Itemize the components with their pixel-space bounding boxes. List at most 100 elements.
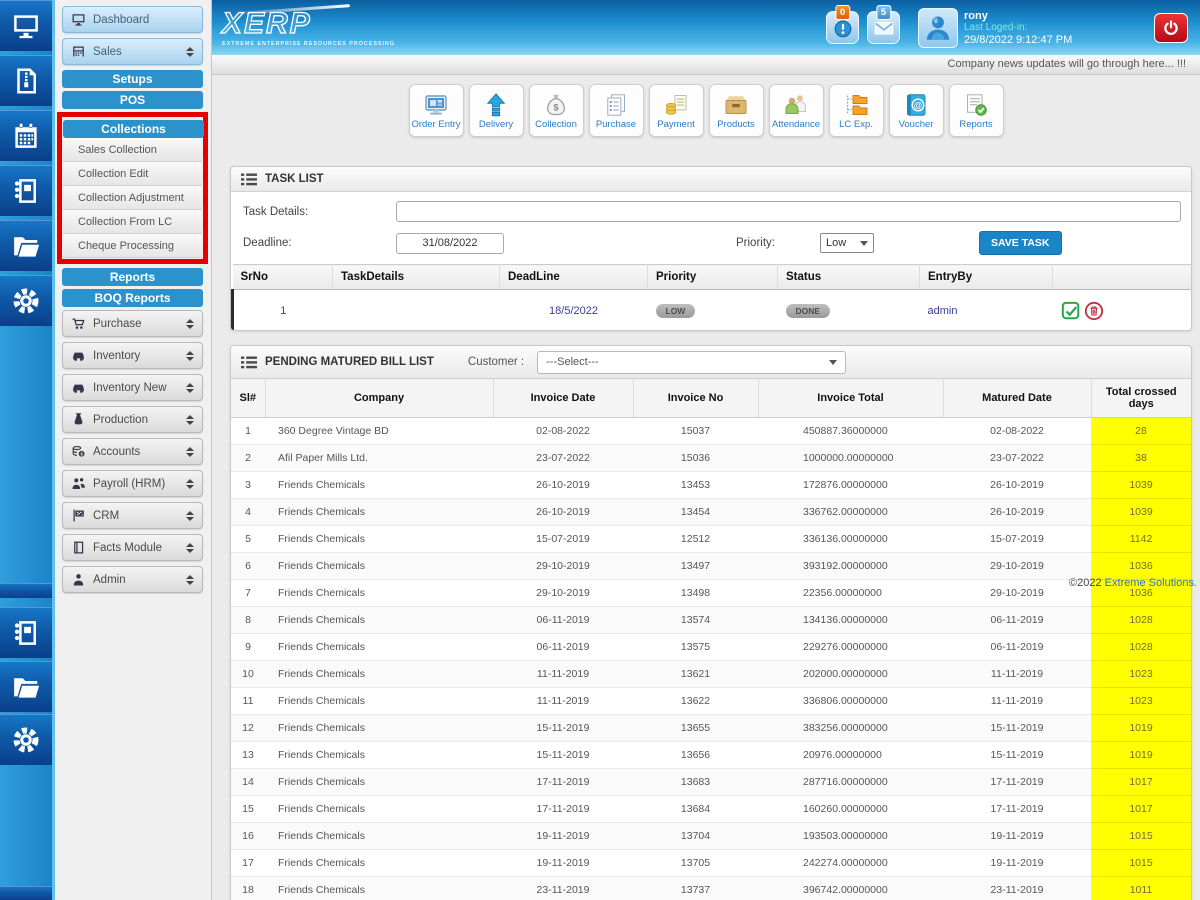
sidebar-section-setups[interactable]: Setups: [62, 70, 203, 88]
toolbar-payment-button[interactable]: Payment: [648, 84, 704, 137]
rail-tile-folder[interactable]: [0, 220, 52, 271]
priority-badge: LOW: [655, 303, 696, 318]
rail-tile-monitor[interactable]: [0, 0, 52, 51]
priority-select[interactable]: Low: [819, 233, 874, 253]
top-header: XERP EXTREME ENTERPRISE RESOURCES PROCES…: [212, 0, 1200, 55]
notifications-button[interactable]: 0: [826, 5, 859, 44]
sidebar-item-sales-collection[interactable]: Sales Collection: [63, 138, 202, 162]
task-deadline: 18/5/2022: [549, 304, 598, 317]
bill-cell: 23-07-2022: [943, 444, 1091, 472]
task-details-row: Task Details:: [231, 201, 1191, 222]
rail-tile-calendar[interactable]: [0, 110, 52, 161]
toolbar-button-label: Voucher: [898, 118, 934, 130]
bill-cell: 12: [231, 714, 265, 742]
bill-cell: 1015: [1091, 849, 1191, 877]
collections-highlight-box: Collections Sales Collection Collection Ed…: [57, 112, 208, 264]
toolbar-collection-button[interactable]: $ Collection: [528, 84, 584, 137]
toolbar-lc-exp-button[interactable]: LC Exp.: [828, 84, 884, 137]
sidebar-item-inventory-new[interactable]: Inventory New: [62, 374, 203, 401]
bill-cell: 13497: [633, 552, 758, 580]
bill-cell: 1039: [1091, 498, 1191, 526]
expand-collapse-icon: [186, 382, 194, 393]
bill-cell: 13683: [633, 768, 758, 796]
customer-label: Customer :: [467, 356, 525, 368]
logout-button[interactable]: [1154, 12, 1188, 43]
bill-cell: 06-11-2019: [943, 633, 1091, 661]
toolbar-order-entry-button[interactable]: Order Entry: [408, 84, 464, 137]
sidebar-item-collection-adjustment[interactable]: Collection Adjustment: [63, 186, 202, 210]
bill-cell: 06-11-2019: [943, 606, 1091, 634]
bill-cell: 450887.36000000: [758, 417, 943, 445]
task-column-header: [1052, 264, 1191, 290]
bill-cell: 1: [231, 417, 265, 445]
notification-badge: 0: [834, 5, 851, 20]
sidebar-item-dashboard[interactable]: Dashboard: [62, 6, 203, 33]
task-complete-icon[interactable]: [1061, 301, 1081, 321]
task-delete-icon[interactable]: [1084, 301, 1104, 321]
bill-cell: 12512: [633, 525, 758, 553]
sidebar-item-label: Inventory New: [93, 381, 167, 394]
task-details-input[interactable]: [396, 201, 1181, 222]
sidebar-item-crm[interactable]: CRM: [62, 502, 203, 529]
bill-cell: 11-11-2019: [493, 660, 633, 688]
sidebar-item-production[interactable]: Production: [62, 406, 203, 433]
sidebar-item-admin[interactable]: Admin: [62, 566, 203, 593]
toolbar-products-button[interactable]: Products: [708, 84, 764, 137]
sidebar-item-accounts[interactable]: $ Accounts: [62, 438, 203, 465]
rail-tile-gear[interactable]: [0, 714, 52, 765]
rail-tile-zip-document[interactable]: [0, 55, 52, 106]
sidebar-item-collection-from-lc[interactable]: Collection From LC: [63, 210, 202, 234]
sidebar-item-payroll-hrm[interactable]: Payroll (HRM): [62, 470, 203, 497]
sidebar-item-collection-edit[interactable]: Collection Edit: [63, 162, 202, 186]
user-info: rony Last Loged-in: 29/8/2022 9:12:47 PM: [964, 10, 1112, 46]
deadline-row: Deadline: Priority: Low SAVE TASK: [231, 231, 1191, 255]
bill-cell: 26-10-2019: [943, 498, 1091, 526]
sidebar-item-facts-module[interactable]: Facts Module: [62, 534, 203, 561]
news-ticker: Company news updates will go through her…: [212, 55, 1200, 75]
sidebar-section-pos[interactable]: POS: [62, 91, 203, 109]
toolbar-reports-button[interactable]: Reports: [948, 84, 1004, 137]
sidebar-item-cheque-processing[interactable]: Cheque Processing: [63, 234, 202, 258]
mail-button[interactable]: 5: [867, 5, 900, 44]
toolbar-attendance-button[interactable]: Attendance: [768, 84, 824, 137]
bill-cell: 15-07-2019: [493, 525, 633, 553]
sidebar-item-sales[interactable]: Sales: [62, 38, 203, 65]
products-icon: [723, 92, 749, 118]
priority-selected-value: Low: [825, 237, 847, 249]
bill-cell: 20976.00000000: [758, 741, 943, 769]
bill-row: 6 Friends Chemicals 29-10-2019 13497 393192.…: [231, 552, 1191, 580]
user-avatar-button[interactable]: [918, 7, 958, 48]
task-column-header: EntryBy: [919, 264, 1053, 290]
vendor-link[interactable]: Extreme Solutions.: [1105, 577, 1197, 589]
customer-select[interactable]: ---Select---: [537, 350, 847, 374]
rail-tile-notebook[interactable]: [0, 607, 52, 658]
sidebar-item-inventory[interactable]: Inventory: [62, 342, 203, 369]
bill-cell: Friends Chemicals: [265, 660, 493, 688]
bill-cell: 19-11-2019: [943, 822, 1091, 850]
toolbar-delivery-button[interactable]: Delivery: [468, 84, 524, 137]
sidebar-section-reports[interactable]: Reports: [62, 268, 203, 286]
bill-row: 11 Friends Chemicals 11-11-2019 13622 336806…: [231, 687, 1191, 715]
save-task-button[interactable]: SAVE TASK: [978, 231, 1062, 255]
last-login-value: 29/8/2022 9:12:47 PM: [964, 33, 1073, 46]
bill-table-header-row: Sl# Company Invoice Date Invoice No Invoice …: [231, 379, 1191, 418]
toolbar-button-label: LC Exp.: [839, 118, 873, 130]
bill-cell: 13574: [633, 606, 758, 634]
sidebar-item-purchase[interactable]: Purchase: [62, 310, 203, 337]
toolbar-purchase-button[interactable]: Purchase: [588, 84, 644, 137]
rail-tile-notebook[interactable]: [0, 165, 52, 216]
bill-cell: Friends Chemicals: [265, 579, 493, 607]
task-column-header: SrNo: [232, 264, 333, 290]
deadline-input[interactable]: [396, 232, 504, 254]
bill-cell: 13684: [633, 795, 758, 823]
bill-column-header: Invoice No: [633, 379, 759, 418]
bill-cell: 242274.00000000: [758, 849, 943, 877]
gear-icon: [11, 286, 41, 316]
sidebar-section-boq-reports[interactable]: BOQ Reports: [62, 289, 203, 307]
bill-cell: Friends Chemicals: [265, 498, 493, 526]
task-column-header: Priority: [647, 264, 778, 290]
rail-tile-folder[interactable]: [0, 661, 52, 712]
rail-tile-gear[interactable]: [0, 275, 52, 326]
sidebar-section-collections[interactable]: Collections: [63, 120, 204, 138]
toolbar-voucher-button[interactable]: @ Voucher: [888, 84, 944, 137]
